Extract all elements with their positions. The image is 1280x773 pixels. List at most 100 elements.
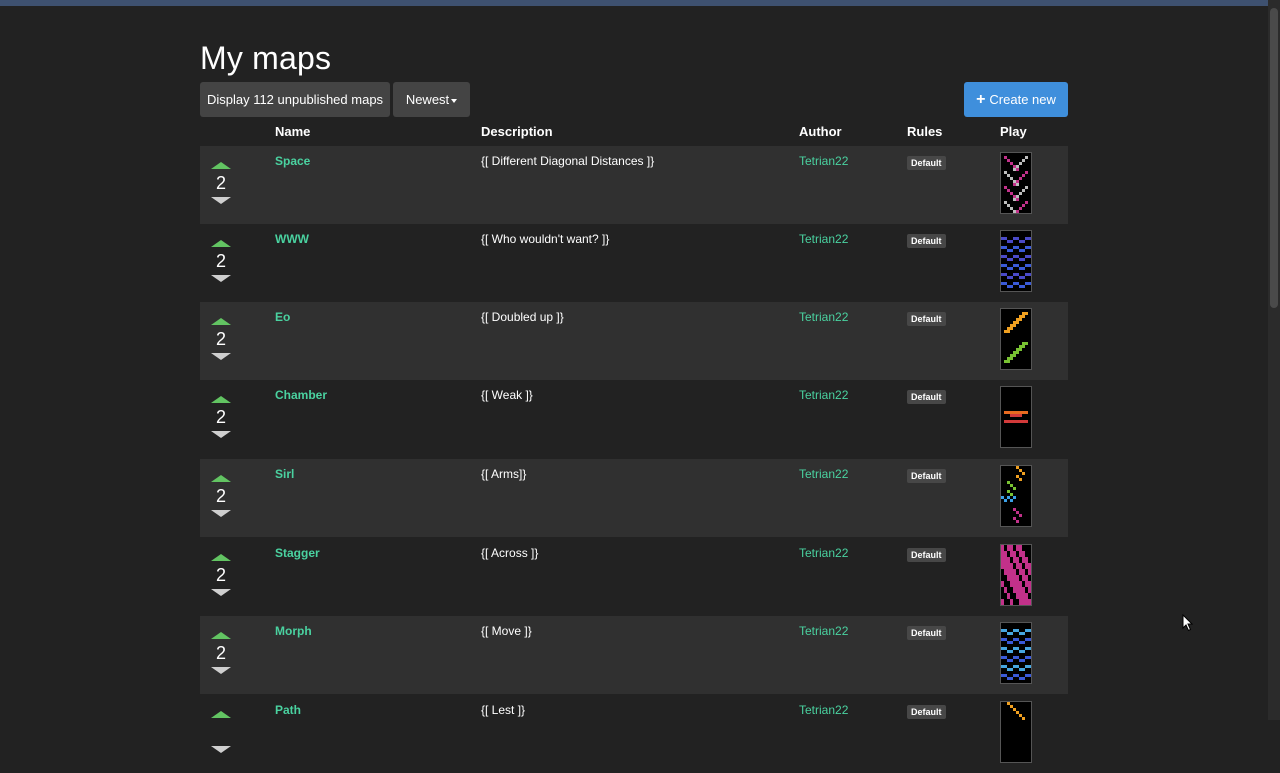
vote-score: 2 <box>215 565 226 585</box>
vote-score <box>210 721 232 743</box>
mouse-pointer-icon <box>1182 614 1194 632</box>
play-map-thumbnail[interactable] <box>1000 308 1032 370</box>
map-name-link[interactable]: Chamber <box>275 388 327 402</box>
page-title: My maps <box>200 40 332 76</box>
map-preview-graphic <box>1004 156 1028 213</box>
rules-badge: Default <box>907 234 946 248</box>
vote-score: 2 <box>215 251 226 271</box>
play-map-thumbnail[interactable] <box>1000 230 1032 292</box>
downvote-arrow-icon[interactable] <box>211 197 231 204</box>
table-row: 2 Sirl {[ Arms]} Tetrian22 Default <box>200 459 1068 537</box>
header-rules: Rules <box>907 124 943 139</box>
header-play: Play <box>1000 124 1027 139</box>
rules-badge: Default <box>907 312 946 326</box>
header-description: Description <box>481 124 553 139</box>
map-author-link[interactable]: Tetrian22 <box>799 154 848 168</box>
map-description: {[ Who wouldn't want? ]} <box>481 232 610 246</box>
upvote-arrow-icon[interactable] <box>211 162 231 169</box>
downvote-arrow-icon[interactable] <box>211 589 231 596</box>
map-author-link[interactable]: Tetrian22 <box>799 546 848 560</box>
header-name: Name <box>275 124 311 139</box>
vote-control: 2 <box>210 236 232 282</box>
rules-badge: Default <box>907 548 946 562</box>
display-unpublished-button[interactable]: Display 112 unpublished maps <box>200 82 390 117</box>
vote-control: 2 <box>210 628 232 674</box>
downvote-arrow-icon[interactable] <box>211 510 231 517</box>
map-name-link[interactable]: Sirl <box>275 467 294 481</box>
map-description: {[ Lest ]} <box>481 703 526 717</box>
upvote-arrow-icon[interactable] <box>211 554 231 561</box>
map-preview-graphic <box>1001 237 1031 288</box>
table-row: 2 Stagger {[ Across ]} Tetrian22 Default <box>200 538 1068 616</box>
table-row: Path {[ Lest ]} Tetrian22 Default <box>200 695 1068 773</box>
downvote-arrow-icon[interactable] <box>211 746 231 753</box>
create-new-button[interactable]: + Create new <box>964 82 1068 117</box>
map-author-link[interactable]: Tetrian22 <box>799 310 848 324</box>
play-map-thumbnail[interactable] <box>1000 622 1032 684</box>
map-description: {[ Across ]} <box>481 546 539 560</box>
vote-score: 2 <box>215 329 226 349</box>
vote-control: 2 <box>210 550 232 596</box>
rules-badge: Default <box>907 390 946 404</box>
vote-control <box>210 707 232 753</box>
sort-dropdown[interactable]: Newest <box>393 82 470 117</box>
table-row: 2 Space {[ Different Diagonal Distances … <box>200 146 1068 224</box>
map-name-link[interactable]: Morph <box>275 624 312 638</box>
upvote-arrow-icon[interactable] <box>211 396 231 403</box>
map-preview-graphic <box>1004 411 1028 423</box>
upvote-arrow-icon[interactable] <box>211 711 231 718</box>
rules-badge: Default <box>907 705 946 719</box>
map-author-link[interactable]: Tetrian22 <box>799 388 848 402</box>
map-description: {[ Arms]} <box>481 467 527 481</box>
downvote-arrow-icon[interactable] <box>211 667 231 674</box>
create-new-label: Create new <box>989 92 1056 107</box>
plus-icon: + <box>976 91 986 108</box>
table-row: 2 WWW {[ Who wouldn't want? ]} Tetrian22… <box>200 224 1068 302</box>
play-map-thumbnail[interactable] <box>1000 152 1032 214</box>
vote-score: 2 <box>215 173 226 193</box>
map-name-link[interactable]: Space <box>275 154 310 168</box>
map-description: {[ Weak ]} <box>481 388 533 402</box>
map-author-link[interactable]: Tetrian22 <box>799 624 848 638</box>
upvote-arrow-icon[interactable] <box>211 475 231 482</box>
map-preview-graphic <box>1001 629 1031 680</box>
page-scrollbar[interactable] <box>1268 0 1280 720</box>
map-name-link[interactable]: Stagger <box>275 546 320 560</box>
vote-score: 2 <box>215 407 226 427</box>
map-description: {[ Doubled up ]} <box>481 310 564 324</box>
play-map-thumbnail[interactable] <box>1000 465 1032 527</box>
map-preview-graphic <box>1004 312 1028 363</box>
map-name-link[interactable]: Eo <box>275 310 290 324</box>
display-unpublished-label: Display 112 unpublished maps <box>206 92 384 107</box>
table-row: 2 Morph {[ Move ]} Tetrian22 Default <box>200 616 1068 694</box>
map-author-link[interactable]: Tetrian22 <box>799 232 848 246</box>
rules-badge: Default <box>907 469 946 483</box>
vote-control: 2 <box>210 158 232 204</box>
downvote-arrow-icon[interactable] <box>211 353 231 360</box>
play-map-thumbnail[interactable] <box>1000 386 1032 448</box>
scrollbar-thumb[interactable] <box>1270 8 1278 308</box>
upvote-arrow-icon[interactable] <box>211 632 231 639</box>
vote-control: 2 <box>210 314 232 360</box>
downvote-arrow-icon[interactable] <box>211 431 231 438</box>
map-preview-graphic <box>1001 545 1031 605</box>
map-description: {[ Different Diagonal Distances ]} <box>481 154 655 168</box>
upvote-arrow-icon[interactable] <box>211 318 231 325</box>
play-map-thumbnail[interactable] <box>1000 544 1032 606</box>
table-row: 2 Eo {[ Doubled up ]} Tetrian22 Default <box>200 302 1068 380</box>
map-author-link[interactable]: Tetrian22 <box>799 467 848 481</box>
upvote-arrow-icon[interactable] <box>211 240 231 247</box>
map-name-link[interactable]: Path <box>275 703 301 717</box>
vote-score: 2 <box>215 486 226 506</box>
downvote-arrow-icon[interactable] <box>211 275 231 282</box>
vote-score: 2 <box>215 643 226 663</box>
rules-badge: Default <box>907 626 946 640</box>
top-nav-strip <box>0 0 1268 6</box>
map-preview-graphic <box>1001 466 1025 523</box>
map-name-link[interactable]: WWW <box>275 232 309 246</box>
header-author: Author <box>799 124 842 139</box>
table-header: Name Description Author Rules Play <box>200 124 1068 144</box>
map-author-link[interactable]: Tetrian22 <box>799 703 848 717</box>
play-map-thumbnail[interactable] <box>1000 701 1032 763</box>
caret-down-icon <box>451 98 458 103</box>
